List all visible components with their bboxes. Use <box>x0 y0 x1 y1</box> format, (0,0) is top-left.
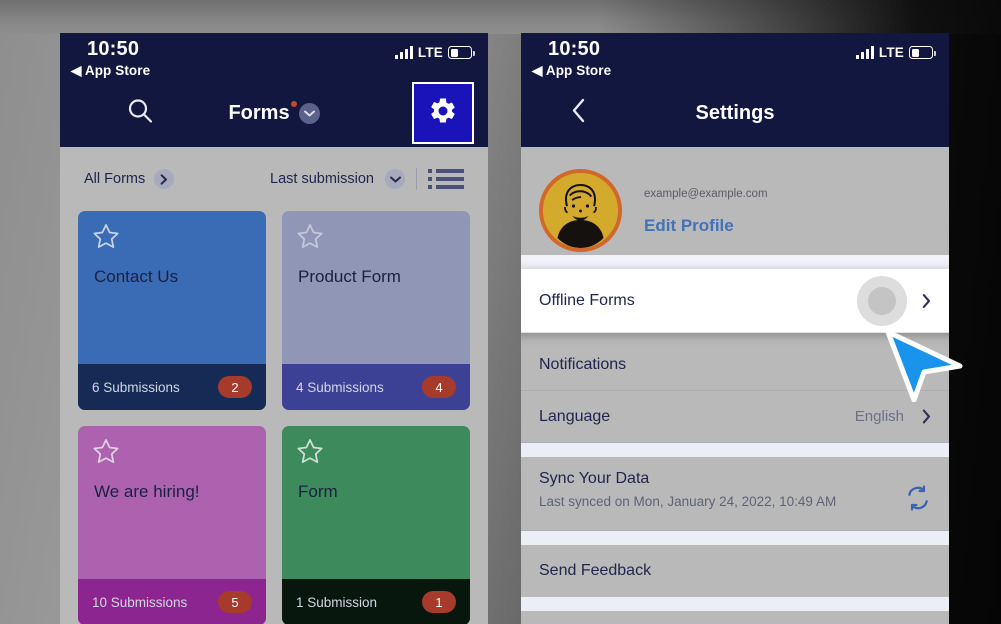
form-card-submissions: 6 Submissions <box>92 379 180 395</box>
chevron-down-icon[interactable] <box>385 169 405 189</box>
form-card-body: Form <box>282 426 470 579</box>
navbar-settings: Settings <box>521 79 949 147</box>
star-outline-icon[interactable] <box>92 223 120 255</box>
battery-icon <box>909 46 936 59</box>
mouse-pointer-icon <box>884 329 964 407</box>
notification-dot-icon <box>290 100 297 107</box>
back-label: App Store <box>545 63 612 78</box>
form-card-badge: 4 <box>422 376 456 398</box>
form-card-title: Product Form <box>298 267 401 286</box>
row-label: Send Feedback <box>539 562 652 579</box>
status-indicators: LTE <box>855 45 936 60</box>
list-section-gap <box>521 597 949 611</box>
star-outline-icon[interactable] <box>296 223 324 255</box>
chevron-down-icon[interactable] <box>298 102 320 124</box>
form-card-submissions: 10 Submissions <box>92 594 188 610</box>
avatar[interactable] <box>539 168 622 252</box>
status-time: 10:50 <box>548 38 601 60</box>
form-card-body: Contact Us <box>78 211 266 364</box>
form-card[interactable]: Form 1 Submission 1 <box>282 426 470 624</box>
row-value: English <box>854 408 904 425</box>
form-card-footer: 6 Submissions 2 <box>78 364 266 410</box>
form-card-badge: 5 <box>218 591 252 613</box>
signal-bars-icon <box>394 46 413 59</box>
all-forms-label: All Forms <box>84 171 146 187</box>
row-label: Sync Your Data <box>539 470 650 487</box>
sync-refresh-icon[interactable] <box>905 484 931 516</box>
status-bar-left: 10:50 ◀ App Store LTE <box>60 33 488 79</box>
list-section-gap <box>521 443 949 457</box>
signal-bars-icon <box>855 46 874 59</box>
row-sync-your-data[interactable]: Sync Your Data Last synced on Mon, Janua… <box>521 457 949 531</box>
network-type-label: LTE <box>417 45 443 60</box>
list-section-gap <box>521 531 949 545</box>
row-send-feedback[interactable]: Send Feedback <box>521 545 949 597</box>
form-card-title: We are hiring! <box>94 482 200 501</box>
form-card-body: We are hiring! <box>78 426 266 579</box>
edit-profile-link[interactable]: Edit Profile <box>644 216 768 236</box>
battery-icon <box>448 46 475 59</box>
form-card[interactable]: Contact Us 6 Submissions 2 <box>78 211 266 410</box>
form-card-badge: 1 <box>422 591 456 613</box>
page-title-wrap: Forms <box>228 100 297 125</box>
list-view-icon[interactable] <box>428 169 464 189</box>
status-back-to-app-store[interactable]: ◀ App Store <box>71 63 150 79</box>
chevron-right-icon[interactable] <box>154 169 175 189</box>
page-title: Forms <box>228 101 290 124</box>
star-outline-icon[interactable] <box>296 438 324 470</box>
form-card-submissions: 4 Submissions <box>296 379 384 395</box>
phone-right-settings-screen: 10:50 ◀ App Store LTE Settings example@e… <box>521 33 949 624</box>
tap-ripple-indicator <box>857 275 907 326</box>
divider <box>416 168 417 190</box>
form-card-title: Form <box>298 482 338 501</box>
settings-gear-button[interactable] <box>412 82 474 144</box>
page-title: Settings <box>695 101 775 124</box>
form-card-footer: 4 Submissions 4 <box>282 364 470 410</box>
forms-filter-bar: All Forms Last submission <box>60 147 488 211</box>
form-card-footer: 1 Submission 1 <box>282 579 470 624</box>
sort-label[interactable]: Last submission <box>270 171 374 187</box>
form-card-title: Contact Us <box>94 267 179 286</box>
all-forms-filter[interactable]: All Forms <box>84 169 175 189</box>
form-card[interactable]: Product Form 4 Submissions 4 <box>282 211 470 410</box>
form-card-footer: 10 Submissions 5 <box>78 579 266 624</box>
status-bar-right: 10:50 ◀ App Store LTE <box>521 33 949 79</box>
user-avatar-icon <box>543 172 618 248</box>
settings-title-wrap: Settings <box>521 79 949 147</box>
row-label: Notifications <box>539 355 627 373</box>
row-label: Language <box>539 407 611 425</box>
form-card[interactable]: We are hiring! 10 Submissions 5 <box>78 426 266 624</box>
gear-icon <box>428 96 458 131</box>
status-time: 10:50 <box>87 38 140 60</box>
navbar-forms: Forms <box>60 79 488 147</box>
star-outline-icon[interactable] <box>92 438 120 470</box>
forms-sheet: All Forms Last submission Contact Us 6 S… <box>60 147 488 624</box>
network-type-label: LTE <box>878 45 904 60</box>
sort-controls: Last submission <box>270 168 464 190</box>
profile-text: example@example.com Edit Profile <box>644 184 768 236</box>
forms-grid: Contact Us 6 Submissions 2 Product Form … <box>60 211 488 624</box>
form-card-badge: 2 <box>218 376 252 398</box>
status-back-to-app-store[interactable]: ◀ App Store <box>532 63 611 79</box>
chevron-right-icon <box>922 293 931 308</box>
sync-text-group: Sync Your Data Last synced on Mon, Janua… <box>539 470 836 509</box>
back-arrow-icon: ◀ <box>532 63 543 78</box>
row-offline-forms[interactable]: Offline Forms <box>521 269 949 333</box>
back-label: App Store <box>84 63 151 78</box>
phone-left-forms-screen: 10:50 ◀ App Store LTE Forms All Forms La… <box>60 33 488 624</box>
status-indicators: LTE <box>394 45 475 60</box>
row-label: Offline Forms <box>539 291 635 309</box>
form-card-body: Product Form <box>282 211 470 364</box>
chevron-right-icon <box>922 409 931 424</box>
profile-email: example@example.com <box>644 188 768 200</box>
form-card-submissions: 1 Submission <box>296 594 378 610</box>
back-arrow-icon: ◀ <box>71 63 82 78</box>
sync-last-synced: Last synced on Mon, January 24, 2022, 10… <box>539 494 837 509</box>
highlight-top-strip <box>521 255 949 269</box>
